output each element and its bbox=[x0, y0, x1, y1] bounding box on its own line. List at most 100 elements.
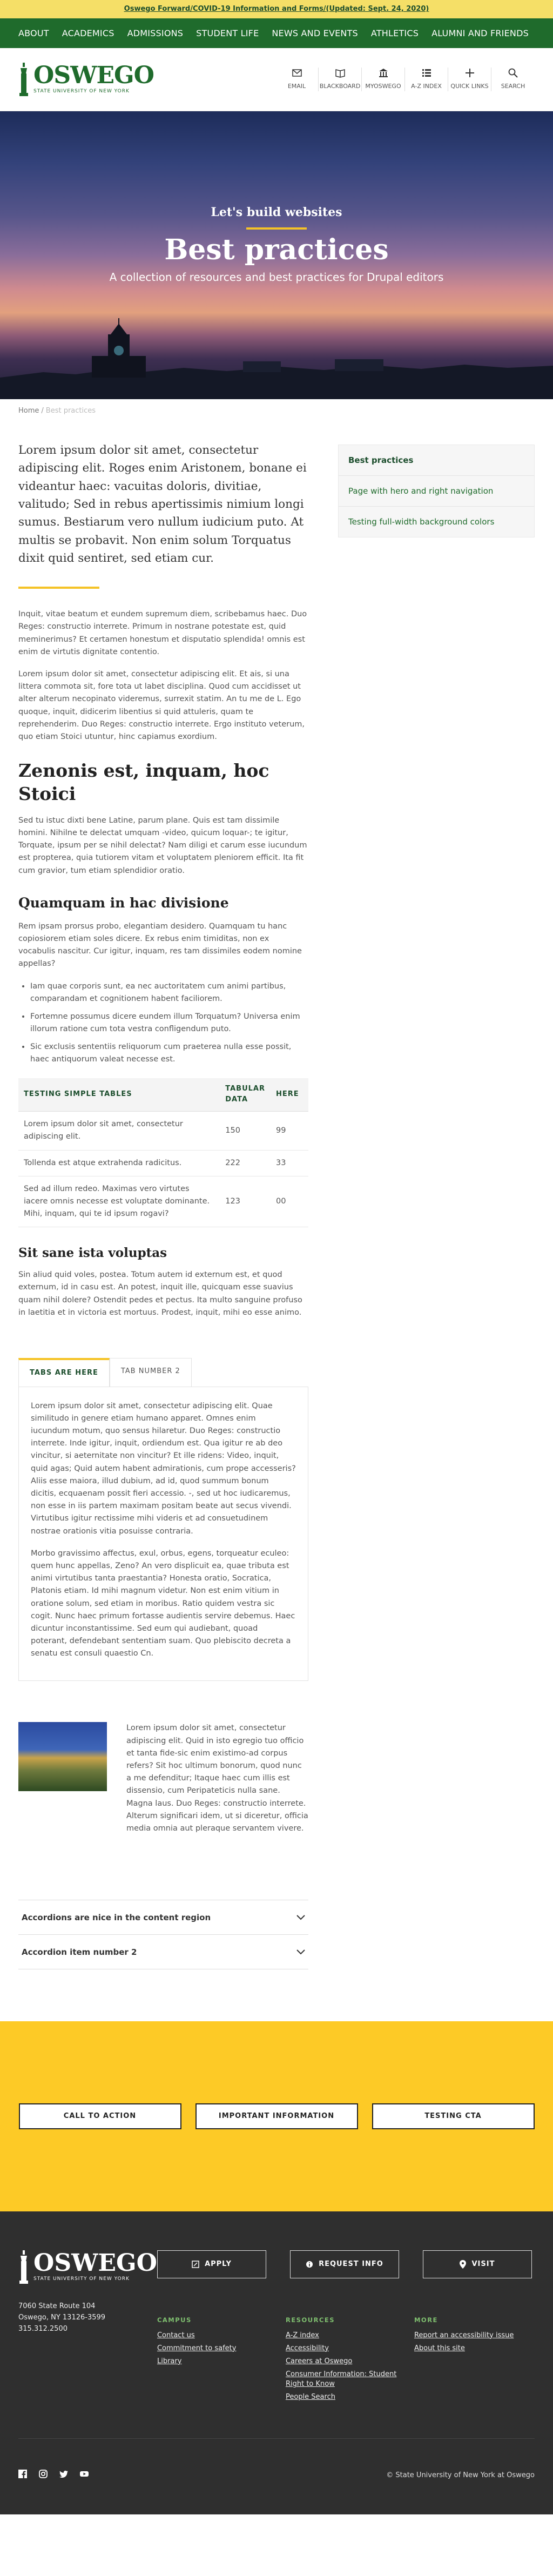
section-navigation: Best practices Page with hero and right … bbox=[338, 445, 535, 537]
youtube-link[interactable] bbox=[80, 2469, 89, 2482]
utility-tools: EMAIL BLACKBOARD MYOSWEGO A-Z INDEX QUIC… bbox=[275, 68, 535, 91]
footer-link[interactable]: Careers at Oswego bbox=[286, 2357, 414, 2366]
tool-quick-links[interactable]: QUICK LINKS bbox=[448, 68, 491, 91]
search-icon bbox=[508, 68, 518, 78]
page-title: Best practices bbox=[164, 233, 389, 267]
simple-table: TESTING SIMPLE TABLES TABULAR DATA HERE … bbox=[18, 1078, 308, 1228]
tool-myoswego[interactable]: MYOSWEGO bbox=[362, 68, 405, 91]
twitter-link[interactable] bbox=[59, 2469, 68, 2482]
footer-link[interactable]: A-Z index bbox=[286, 2331, 414, 2340]
table-row: Tollenda est atque extrahenda radicitus.… bbox=[18, 1150, 308, 1176]
hero-divider bbox=[246, 227, 307, 230]
nav-admissions[interactable]: ADMISSIONS bbox=[127, 26, 184, 41]
list-item: Iam quae corporis sunt, ea nec auctorita… bbox=[30, 980, 308, 1005]
table-header: TABULAR DATA bbox=[220, 1078, 271, 1112]
plus-icon bbox=[465, 69, 474, 78]
footer-link[interactable]: People Search bbox=[286, 2392, 414, 2402]
site-footer: OSWEGO STATE UNIVERSITY OF NEW YORK 7060… bbox=[0, 2211, 553, 2515]
sidebar-item-hero-page[interactable]: Page with hero and right navigation bbox=[339, 476, 534, 507]
tower-logo-icon bbox=[19, 63, 28, 96]
list-item: Sic exclusis sententiis reliquorum cum p… bbox=[30, 1041, 308, 1066]
campus-photo bbox=[18, 1722, 107, 1792]
instagram-icon bbox=[39, 2470, 48, 2479]
top-navigation: ABOUT ACADEMICS ADMISSIONS STUDENT LIFE … bbox=[0, 18, 553, 48]
nav-academics[interactable]: ACADEMICS bbox=[62, 26, 114, 41]
important-information-button[interactable]: IMPORTANT INFORMATION bbox=[195, 2103, 358, 2130]
footer-link[interactable]: Library bbox=[157, 2357, 286, 2366]
footer-link[interactable]: Commitment to safety bbox=[157, 2344, 286, 2353]
breadcrumb-home[interactable]: Home bbox=[18, 407, 39, 415]
cta-section: CALL TO ACTION IMPORTANT INFORMATION TES… bbox=[0, 2021, 553, 2212]
media-text: Lorem ipsum dolor sit amet, consectetur … bbox=[126, 1724, 308, 1833]
logo-name: OSWEGO bbox=[33, 61, 154, 89]
footer-link[interactable]: Report an accessibility issue bbox=[414, 2331, 543, 2340]
main-content: Lorem ipsum dolor sit amet, consectetur … bbox=[18, 423, 308, 1970]
campus-skyline-image bbox=[0, 318, 553, 399]
nav-student-life[interactable]: STUDENT LIFE bbox=[196, 26, 259, 41]
paragraph: Sed tu istuc dixti bene Latine, parum pl… bbox=[18, 816, 307, 875]
table-row: Sed ad illum redeo. Maximas vero virtute… bbox=[18, 1176, 308, 1228]
tab-1[interactable]: TABS ARE HERE bbox=[18, 1357, 110, 1387]
facebook-icon bbox=[18, 2470, 27, 2479]
lead-divider bbox=[18, 587, 99, 589]
chevron-down-icon bbox=[296, 1949, 305, 1955]
sidebar-item-full-width[interactable]: Testing full-width background colors bbox=[339, 507, 534, 537]
edit-icon bbox=[192, 2261, 199, 2268]
tab-panel: Lorem ipsum dolor sit amet, consectetur … bbox=[18, 1386, 308, 1682]
paragraph: Lorem ipsum dolor sit amet, consectetur … bbox=[31, 1401, 296, 1536]
paragraph: Morbo gravissimo affectus, exul, orbus, … bbox=[31, 1549, 295, 1658]
request-info-button[interactable]: REQUEST INFO bbox=[289, 2250, 399, 2279]
footer-link[interactable]: Contact us bbox=[157, 2331, 286, 2340]
paragraph: Sin aliud quid voles, postea. Totum aute… bbox=[18, 1270, 302, 1317]
nav-about[interactable]: ABOUT bbox=[18, 26, 49, 41]
footer-link[interactable]: Consumer Information: Student Right to K… bbox=[286, 2370, 414, 2389]
visit-button[interactable]: VISIT bbox=[422, 2250, 532, 2279]
instagram-link[interactable] bbox=[39, 2469, 48, 2482]
apply-button[interactable]: APPLY bbox=[157, 2250, 266, 2279]
heading-3: Quamquam in hac divisione bbox=[18, 894, 229, 911]
heading-4: Sit sane ista voluptas bbox=[18, 1246, 167, 1261]
lead-paragraph: Lorem ipsum dolor sit amet, consectetur … bbox=[18, 443, 307, 565]
call-to-action-button[interactable]: CALL TO ACTION bbox=[18, 2103, 181, 2130]
paragraph: Inquit, vitae beatum et eundem supremum … bbox=[18, 610, 307, 656]
accordion: Accordions are nice in the content regio… bbox=[18, 1900, 308, 1970]
footer-address: 7060 State Route 104 Oswego, NY 13126-35… bbox=[18, 2302, 106, 2333]
nav-news-events[interactable]: NEWS AND EVENTS bbox=[272, 26, 358, 41]
footer-link[interactable]: About this site bbox=[414, 2344, 543, 2353]
book-icon bbox=[335, 69, 345, 78]
table-header: HERE bbox=[271, 1078, 308, 1112]
mail-icon bbox=[292, 69, 302, 77]
bullet-list: Iam quae corporis sunt, ea nec auctorita… bbox=[18, 980, 308, 1066]
tab-2[interactable]: TAB NUMBER 2 bbox=[109, 1357, 192, 1387]
tool-a-z-index[interactable]: A-Z INDEX bbox=[405, 68, 448, 91]
paragraph: Rem ipsam prorsus probo, elegantiam desi… bbox=[18, 922, 302, 968]
copyright: © State University of New York at Oswego bbox=[386, 2471, 535, 2479]
twitter-icon bbox=[59, 2471, 68, 2478]
tool-email[interactable]: EMAIL bbox=[275, 68, 319, 91]
list-item: Fortemne possumus dicere eundem illum To… bbox=[30, 1011, 308, 1035]
alert-link[interactable]: Oswego Forward/COVID-19 Information and … bbox=[124, 5, 429, 13]
sidebar-item-best-practices[interactable]: Best practices bbox=[339, 445, 534, 476]
nav-alumni[interactable]: ALUMNI AND FRIENDS bbox=[431, 26, 529, 41]
hero-banner: Let's build websites Best practices A co… bbox=[0, 111, 553, 399]
footer-link[interactable]: Accessibility bbox=[286, 2344, 414, 2353]
site-header: OSWEGO STATE UNIVERSITY OF NEW YORK EMAI… bbox=[0, 48, 553, 111]
facebook-link[interactable] bbox=[18, 2469, 27, 2482]
heading-2: Zenonis est, inquam, hoc Stoici bbox=[18, 760, 269, 804]
paragraph: Lorem ipsum dolor sit amet, consectetur … bbox=[18, 669, 305, 741]
accordion-item[interactable]: Accordion item number 2 bbox=[18, 1935, 308, 1970]
alert-banner[interactable]: Oswego Forward/COVID-19 Information and … bbox=[0, 0, 553, 18]
footer-column-more: MORE Report an accessibility issue About… bbox=[414, 2315, 543, 2406]
footer-logo[interactable]: OSWEGO STATE UNIVERSITY OF NEW YORK bbox=[18, 2250, 157, 2284]
tool-search[interactable]: SEARCH bbox=[491, 68, 535, 91]
tool-blackboard[interactable]: BLACKBOARD bbox=[319, 68, 362, 91]
table-header: TESTING SIMPLE TABLES bbox=[18, 1078, 220, 1112]
testing-cta-button[interactable]: TESTING CTA bbox=[372, 2103, 535, 2130]
accordion-item[interactable]: Accordions are nice in the content regio… bbox=[18, 1900, 308, 1935]
youtube-icon bbox=[80, 2471, 89, 2477]
table-row: Lorem ipsum dolor sit amet, consectetur … bbox=[18, 1111, 308, 1151]
media-block: Lorem ipsum dolor sit amet, consectetur … bbox=[18, 1722, 308, 1835]
site-logo[interactable]: OSWEGO STATE UNIVERSITY OF NEW YORK bbox=[18, 63, 154, 96]
nav-athletics[interactable]: ATHLETICS bbox=[371, 26, 419, 41]
map-pin-icon bbox=[460, 2260, 467, 2269]
